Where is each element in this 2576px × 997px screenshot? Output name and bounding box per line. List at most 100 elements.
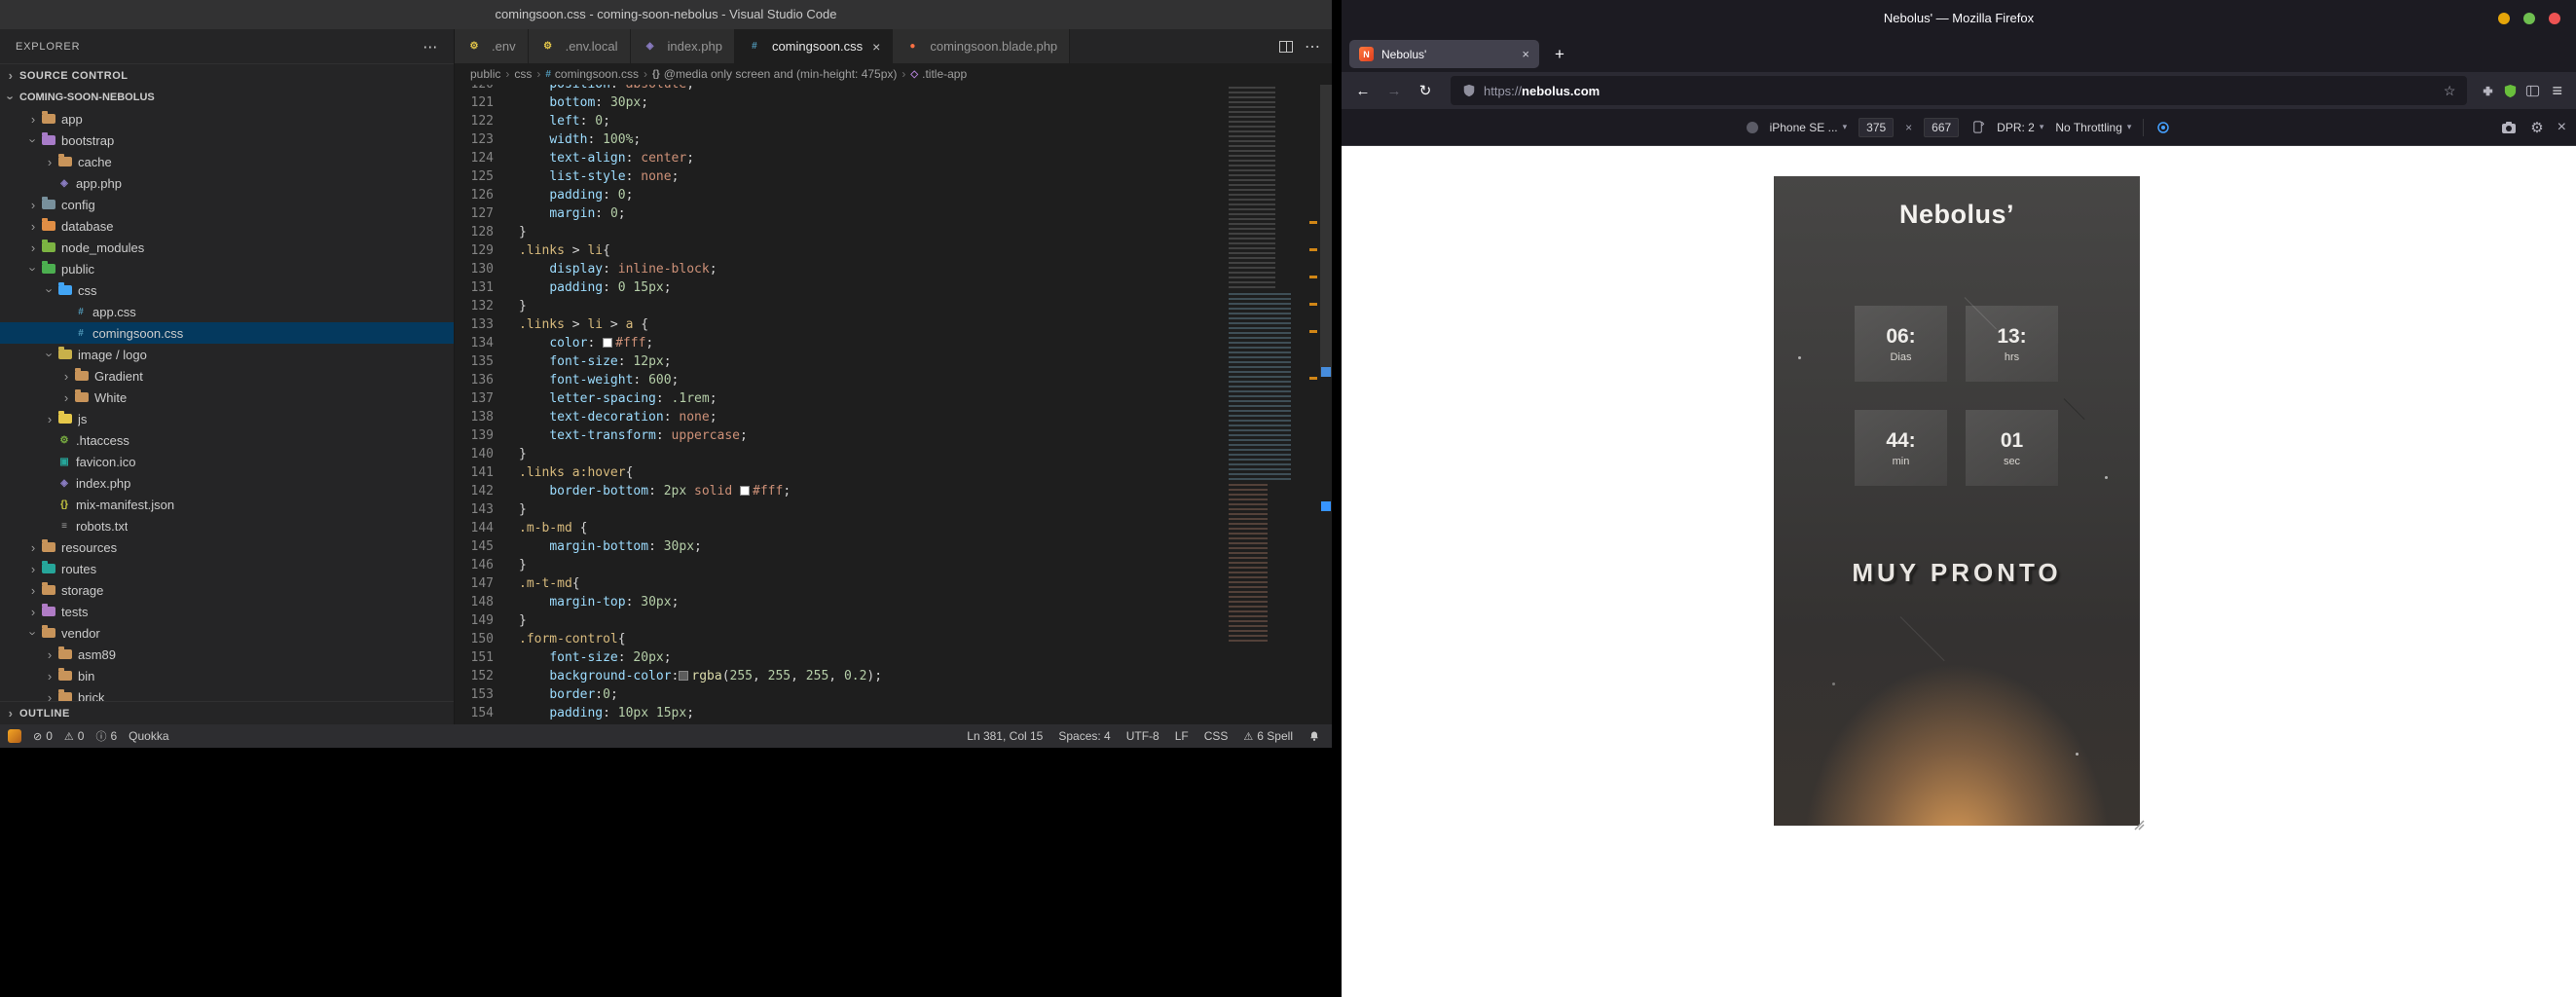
close-button[interactable] xyxy=(2549,13,2560,24)
reload-button[interactable]: ↻ xyxy=(1414,82,1437,99)
chevron-right-icon: › xyxy=(59,390,73,405)
tree-item-label: app.php xyxy=(76,176,122,191)
rotate-viewport-icon[interactable] xyxy=(1970,120,1985,134)
tree-item-node-modules[interactable]: ›node_modules xyxy=(0,237,454,258)
minimize-button[interactable] xyxy=(2498,13,2510,24)
status-errors[interactable]: ⊘0 xyxy=(33,728,53,744)
split-editor-icon[interactable] xyxy=(1279,41,1293,53)
tree-item-gradient[interactable]: ›Gradient xyxy=(0,365,454,387)
hamburger-menu-icon[interactable]: ≡ xyxy=(2548,81,2566,101)
status-eol[interactable]: LF xyxy=(1175,729,1189,743)
status-encoding[interactable]: UTF-8 xyxy=(1126,729,1159,743)
tree-item-white[interactable]: ›White xyxy=(0,387,454,408)
tree-item-vendor[interactable]: ›vendor xyxy=(0,622,454,644)
status-cursor-position[interactable]: Ln 381, Col 15 xyxy=(967,729,1043,743)
editor-tab-env-local[interactable]: ⚙.env.local xyxy=(529,29,631,63)
line-number: 154 xyxy=(455,704,494,722)
tree-item-js[interactable]: ›js xyxy=(0,408,454,429)
browser-tab-nebolus[interactable]: N Nebolus' × xyxy=(1349,40,1539,68)
tree-item-mix-manifest-json[interactable]: {}mix-manifest.json xyxy=(0,494,454,515)
status-indentation[interactable]: Spaces: 4 xyxy=(1058,729,1110,743)
code-token: : xyxy=(603,706,618,720)
tree-item-config[interactable]: ›config xyxy=(0,194,454,215)
viewport-width-input[interactable] xyxy=(1858,118,1894,137)
tree-item-comingsoon-css[interactable]: #comingsoon.css xyxy=(0,322,454,344)
folder-icon xyxy=(75,371,89,381)
breadcrumb-item-public[interactable]: public xyxy=(470,67,500,81)
tree-item-css[interactable]: ›css xyxy=(0,279,454,301)
editor-tab-index-php[interactable]: ◈index.php xyxy=(631,29,735,63)
breadcrumb-item-css[interactable]: css xyxy=(514,67,532,81)
editor-scrollbar[interactable] xyxy=(1320,85,1332,377)
firefox-title-bar[interactable]: Nebolus' — Mozilla Firefox xyxy=(1342,0,2576,36)
code-editor[interactable]: 120 position: absolute;121 bottom: 30px;… xyxy=(455,85,1225,724)
viewport-height-input[interactable] xyxy=(1924,118,1959,137)
tree-item-routes[interactable]: ›routes xyxy=(0,558,454,579)
tree-item-image-logo[interactable]: ›image / logo xyxy=(0,344,454,365)
back-button[interactable]: ← xyxy=(1351,83,1375,99)
tree-item-favicon-ico[interactable]: ▣favicon.ico xyxy=(0,451,454,472)
throttling-selector[interactable]: No Throttling ▾ xyxy=(2055,121,2131,134)
code-token: 600 xyxy=(648,373,671,388)
dpr-selector[interactable]: DPR: 2 ▾ xyxy=(1997,121,2043,134)
status-warnings[interactable]: ⚠0 xyxy=(64,728,85,744)
tree-item-htaccess[interactable]: ⚙.htaccess xyxy=(0,429,454,451)
url-bar[interactable]: https://nebolus.com ☆ xyxy=(1451,76,2467,105)
editor-tab-comingsoon-blade-php[interactable]: ●comingsoon.blade.php xyxy=(893,29,1070,63)
editor-tab-env[interactable]: ⚙.env xyxy=(455,29,529,63)
tree-item-public[interactable]: ›public xyxy=(0,258,454,279)
rdm-settings-gear-icon[interactable]: ⚙ xyxy=(2530,119,2543,136)
tree-item-storage[interactable]: ›storage xyxy=(0,579,454,601)
vscode-title-bar[interactable]: comingsoon.css - coming-soon-nebolus - V… xyxy=(0,0,1332,29)
adblock-extension-icon[interactable] xyxy=(2503,84,2518,98)
tracking-protection-shield-icon[interactable] xyxy=(1462,84,1476,97)
breadcrumb-item-title-app[interactable]: ◇.title-app xyxy=(910,67,967,81)
tab-close-icon[interactable]: × xyxy=(1522,47,1529,61)
quokka-icon[interactable] xyxy=(8,729,21,743)
tree-item-bootstrap[interactable]: ›bootstrap xyxy=(0,129,454,151)
maximize-button[interactable] xyxy=(2523,13,2535,24)
device-selector[interactable]: iPhone SE ... ▾ xyxy=(1770,121,1848,134)
tree-item-tests[interactable]: ›tests xyxy=(0,601,454,622)
touch-simulation-icon[interactable] xyxy=(2155,120,2171,135)
tree-item-label: index.php xyxy=(76,476,130,491)
device-viewport[interactable]: Nebolus’ 06:Dias13:hrs44:min01sec MUY PR… xyxy=(1774,176,2140,826)
status-info[interactable]: ⓘ6 xyxy=(95,728,117,744)
tree-item-app-css[interactable]: #app.css xyxy=(0,301,454,322)
tree-item-label: routes xyxy=(61,562,96,576)
code-token: absolute xyxy=(626,85,687,92)
tree-item-index-php[interactable]: ◈index.php xyxy=(0,472,454,494)
sidebar-toggle-icon[interactable] xyxy=(2525,84,2540,98)
breadcrumb-item-media-only-screen-and-min-height-475px[interactable]: {}@media only screen and (min-height: 47… xyxy=(652,67,897,81)
forward-button[interactable]: → xyxy=(1382,83,1406,99)
rdm-close-icon[interactable]: × xyxy=(2558,119,2566,136)
close-icon[interactable]: × xyxy=(872,39,880,55)
status-language-mode[interactable]: CSS xyxy=(1204,729,1229,743)
tree-item-resources[interactable]: ›resources xyxy=(0,536,454,558)
status-quokka[interactable]: Quokka xyxy=(129,728,168,744)
tree-item-brick[interactable]: ›brick xyxy=(0,686,454,701)
extensions-puzzle-icon[interactable] xyxy=(2481,84,2495,98)
bookmark-star-icon[interactable]: ☆ xyxy=(2444,83,2456,99)
section-outline[interactable]: › OUTLINE xyxy=(0,701,454,724)
tree-item-bin[interactable]: ›bin xyxy=(0,665,454,686)
section-source-control[interactable]: › SOURCE CONTROL xyxy=(0,63,454,87)
tree-item-app-php[interactable]: ◈app.php xyxy=(0,172,454,194)
tree-item-asm89[interactable]: ›asm89 xyxy=(0,644,454,665)
tree-item-database[interactable]: ›database xyxy=(0,215,454,237)
screenshot-camera-icon[interactable] xyxy=(2501,120,2517,135)
new-tab-button[interactable]: + xyxy=(1549,45,1570,64)
workspace-root-header[interactable]: › COMING-SOON-NEBOLUS xyxy=(0,87,454,108)
explorer-more-actions-icon[interactable]: ⋯ xyxy=(423,38,438,55)
tab-label: index.php xyxy=(668,39,722,54)
breadcrumb-item-comingsoon-css[interactable]: #comingsoon.css xyxy=(545,67,639,81)
editor-more-actions-icon[interactable]: ⋯ xyxy=(1305,37,1320,56)
editor-tab-comingsoon-css[interactable]: #comingsoon.css× xyxy=(735,29,893,63)
tree-item-app[interactable]: ›app xyxy=(0,108,454,129)
minimap[interactable] xyxy=(1225,85,1306,724)
status-spell-checker[interactable]: ⚠6 Spell xyxy=(1243,729,1293,743)
tree-item-robots-txt[interactable]: ≡robots.txt xyxy=(0,515,454,536)
tree-item-cache[interactable]: ›cache xyxy=(0,151,454,172)
viewport-resize-handle[interactable] xyxy=(2132,818,2146,836)
notifications-bell-icon[interactable] xyxy=(1308,730,1320,742)
